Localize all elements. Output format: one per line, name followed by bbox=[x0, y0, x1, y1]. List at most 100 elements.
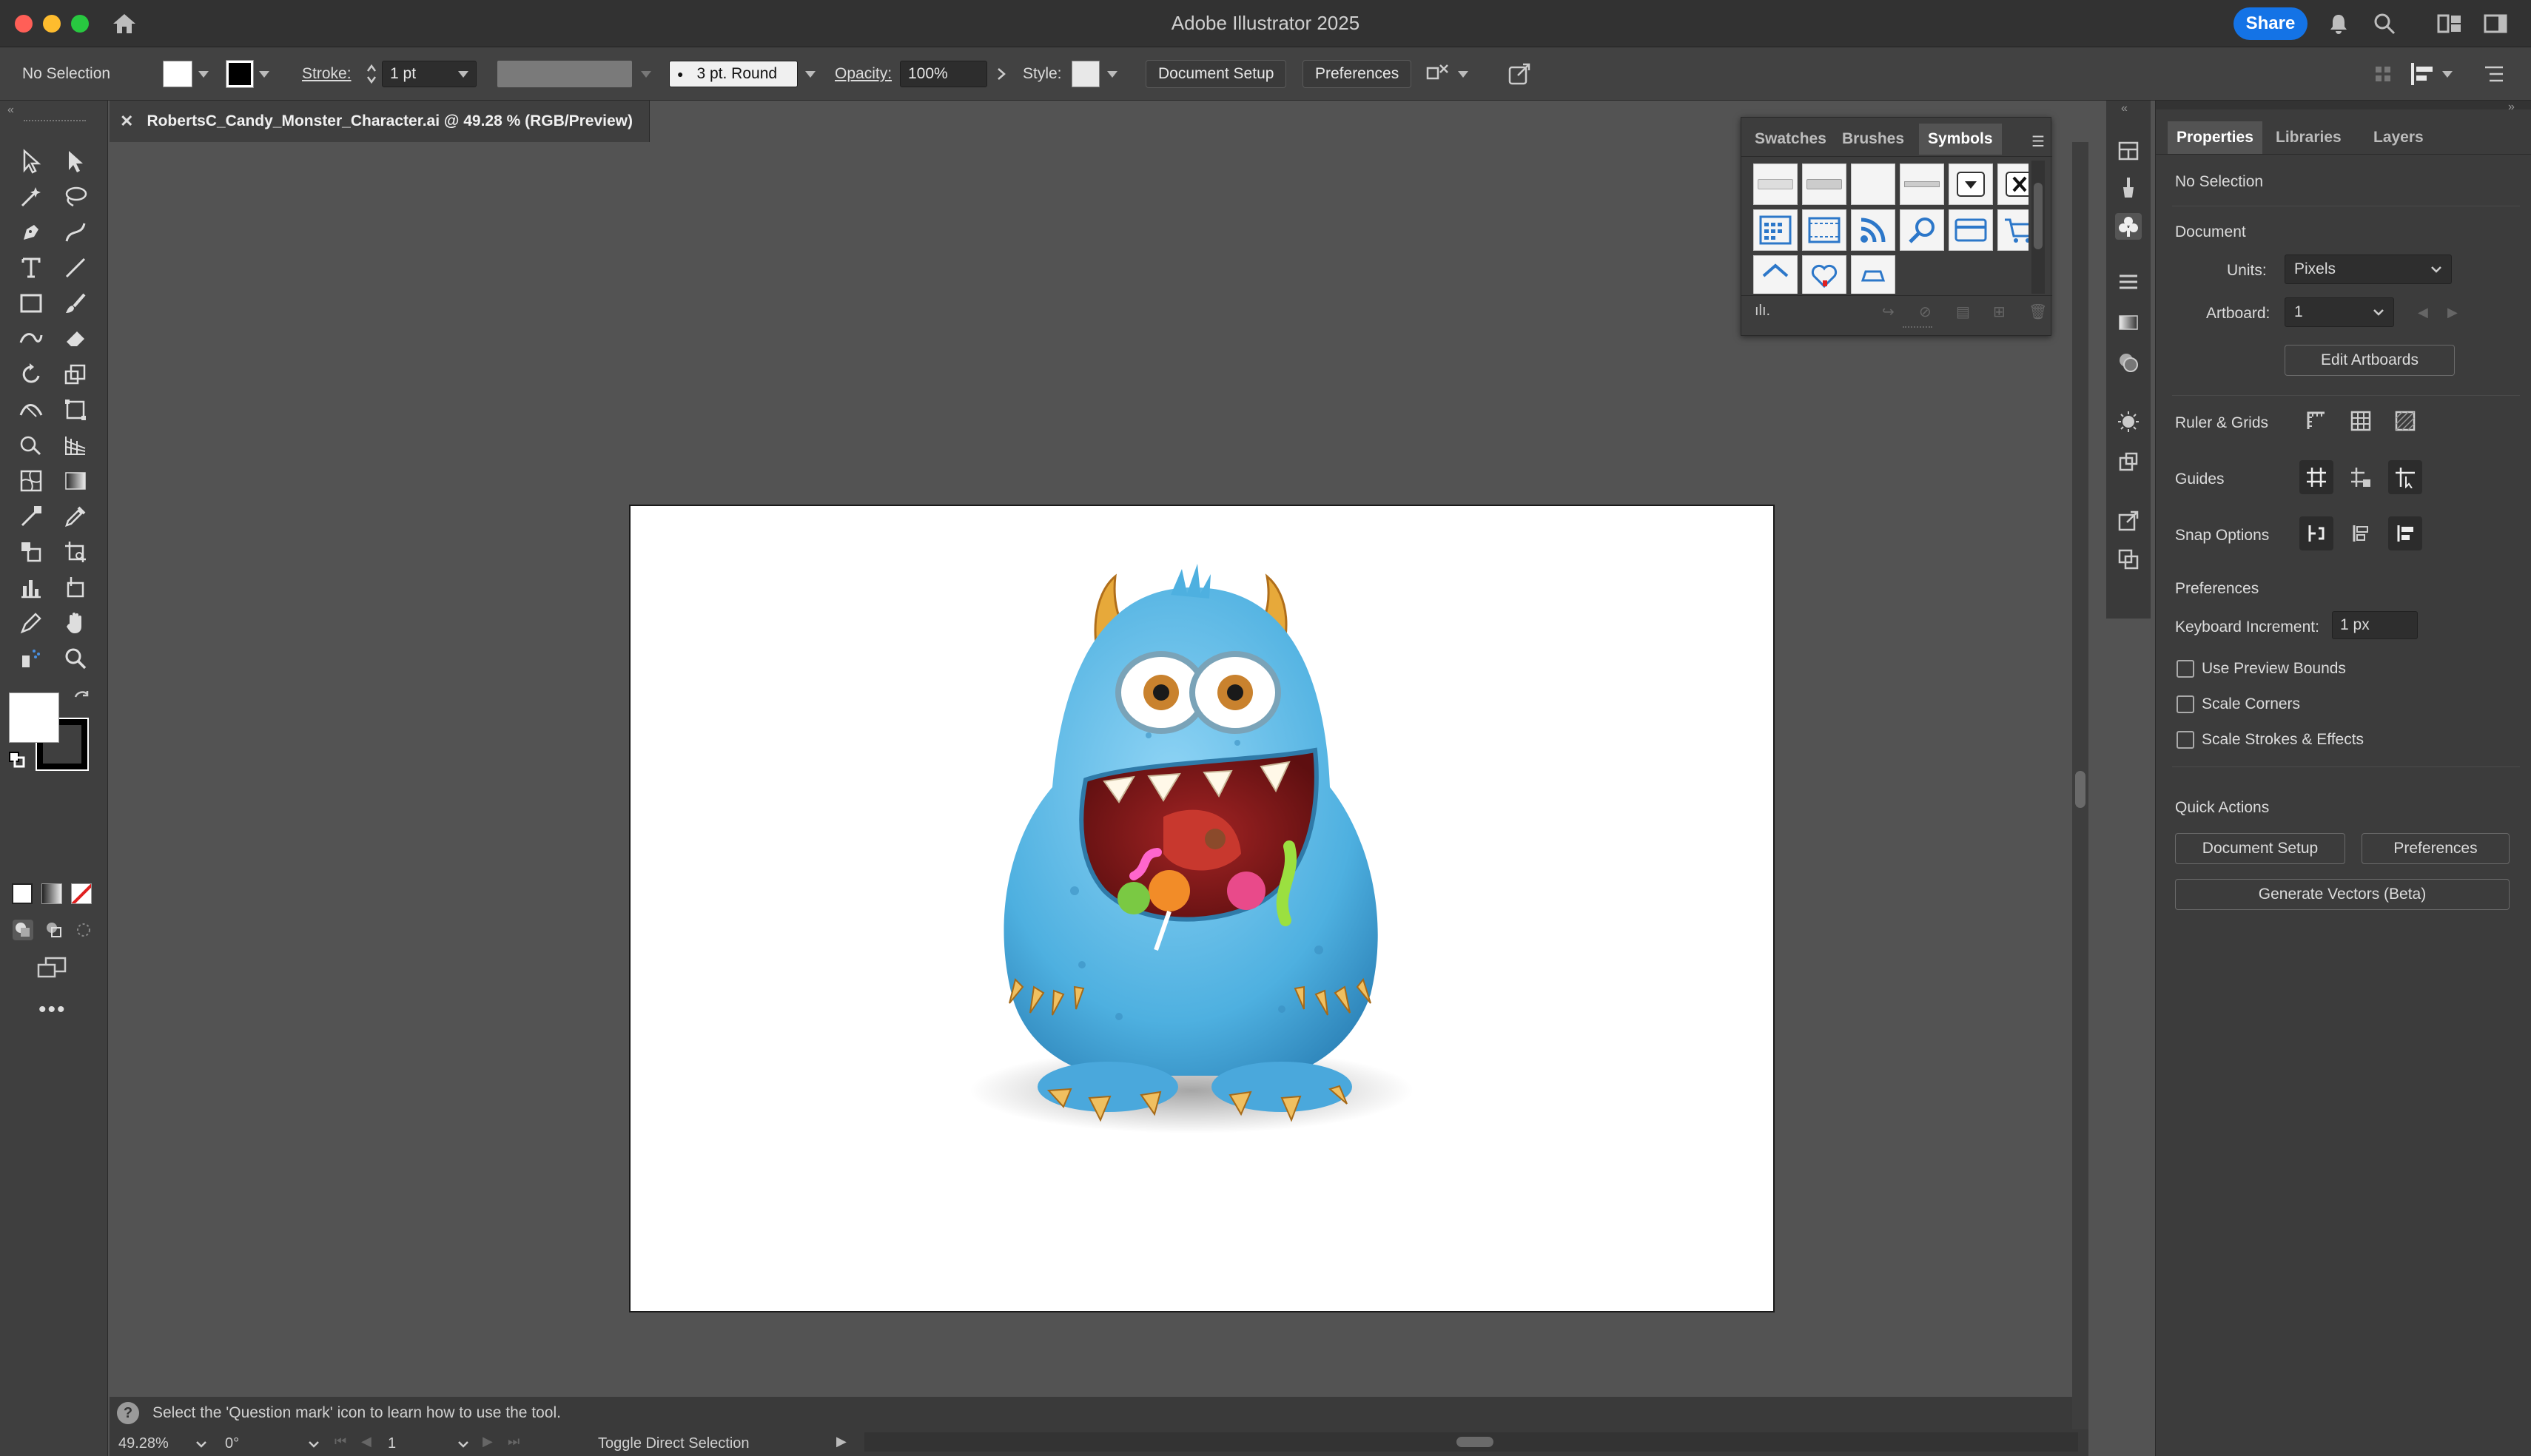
question-mark-icon[interactable]: ? bbox=[117, 1402, 139, 1424]
stepper-icon[interactable] bbox=[366, 61, 377, 87]
opacity-control[interactable]: 100% bbox=[900, 61, 1006, 87]
lasso-tool-icon[interactable] bbox=[58, 181, 93, 213]
search-icon[interactable] bbox=[2370, 9, 2399, 38]
free-transform-tool-icon[interactable] bbox=[58, 394, 93, 426]
chevron-down-icon[interactable] bbox=[308, 1440, 320, 1449]
stroke-panel-icon[interactable] bbox=[2115, 269, 2142, 296]
stroke-swatch-icon[interactable] bbox=[226, 60, 254, 88]
draw-normal-icon[interactable] bbox=[12, 919, 34, 945]
chevron-down-icon[interactable] bbox=[195, 1440, 207, 1449]
align-panel-toggle[interactable] bbox=[2410, 61, 2453, 87]
eyedropper-tool-icon[interactable] bbox=[58, 500, 93, 533]
snap-to-pixel-icon[interactable] bbox=[2388, 516, 2422, 550]
symbol-car[interactable] bbox=[1851, 255, 1895, 294]
previous-artboard-icon[interactable]: ◀ bbox=[2418, 305, 2428, 320]
arrange-icon[interactable] bbox=[1425, 62, 1451, 86]
tab-layers[interactable]: Layers bbox=[2364, 121, 2433, 154]
candy-monster-illustration[interactable] bbox=[631, 506, 1773, 1311]
symbol-sprayer-tool-icon[interactable] bbox=[13, 642, 49, 675]
use-preview-bounds-checkbox[interactable] bbox=[2177, 660, 2194, 678]
paintbrush-tool-icon[interactable] bbox=[58, 287, 93, 320]
symbol-blank[interactable] bbox=[1851, 164, 1895, 205]
tab-libraries[interactable]: Libraries bbox=[2267, 121, 2350, 154]
ruler-icon[interactable] bbox=[2299, 404, 2333, 438]
zoom-tool-icon[interactable] bbox=[58, 642, 93, 675]
color-mode-icon[interactable] bbox=[12, 883, 33, 904]
preferences-button[interactable]: Preferences bbox=[1303, 60, 1412, 88]
transparency-panel-icon[interactable] bbox=[2115, 349, 2142, 376]
symbol-home[interactable] bbox=[1753, 255, 1798, 294]
workspace-layout-icon[interactable] bbox=[2435, 9, 2464, 38]
symbol-film[interactable] bbox=[1802, 209, 1846, 251]
swap-fill-stroke-icon[interactable] bbox=[73, 690, 92, 712]
gradient-tool-icon[interactable] bbox=[58, 465, 93, 497]
magic-wand-tool-icon[interactable] bbox=[13, 181, 49, 213]
brush-definition[interactable]: ● 3 pt. Round bbox=[669, 61, 816, 87]
preferences-label[interactable]: Preferences bbox=[1303, 60, 1412, 88]
share-export-icon[interactable] bbox=[1507, 61, 1532, 87]
chevron-down-icon[interactable] bbox=[198, 70, 209, 78]
export-panel-icon[interactable] bbox=[2115, 508, 2142, 534]
symbol-rss[interactable] bbox=[1851, 209, 1895, 251]
collapse-toolbar-icon[interactable]: « bbox=[7, 104, 14, 117]
selection-tool-icon[interactable] bbox=[13, 145, 49, 178]
tab-brushes[interactable]: Brushes bbox=[1833, 124, 1913, 155]
scale-strokes-checkbox[interactable] bbox=[2177, 731, 2194, 749]
rotate-tool-icon[interactable] bbox=[13, 358, 49, 391]
symbol-libraries-icon[interactable]: ılı. bbox=[1755, 303, 1770, 320]
chevron-down-icon[interactable] bbox=[259, 70, 269, 78]
first-artboard-icon[interactable]: ⏮ bbox=[335, 1434, 346, 1449]
arrange-documents-control[interactable] bbox=[1425, 61, 1468, 87]
style-swatch[interactable] bbox=[1072, 61, 1100, 87]
symbols-scrollbar[interactable] bbox=[2031, 161, 2045, 294]
symbols-panel-icon[interactable] bbox=[2115, 213, 2142, 240]
collapse-strip-icon[interactable]: « bbox=[2121, 102, 2128, 115]
stroke-color-control[interactable] bbox=[226, 60, 269, 88]
width-tool-icon[interactable] bbox=[13, 394, 49, 426]
qa-document-setup-button[interactable]: Document Setup bbox=[2175, 833, 2345, 864]
chevron-down-icon[interactable] bbox=[2373, 308, 2384, 317]
next-artboard-nav-icon[interactable]: ▶ bbox=[483, 1434, 493, 1449]
eraser-tool-icon[interactable] bbox=[58, 323, 93, 355]
generate-vectors-button[interactable]: Generate Vectors (Beta) bbox=[2175, 879, 2510, 910]
toolbar-grip[interactable] bbox=[24, 120, 86, 123]
chevron-down-icon[interactable] bbox=[2430, 265, 2442, 274]
snap-to-point-icon[interactable] bbox=[2299, 516, 2333, 550]
tab-symbols[interactable]: Symbols bbox=[1919, 124, 2002, 155]
symbol-calendar[interactable] bbox=[1753, 209, 1798, 251]
pathfinder-panel-icon[interactable] bbox=[2115, 546, 2142, 573]
snap-to-glyph-icon[interactable] bbox=[2344, 516, 2378, 550]
horizontal-scrollbar[interactable] bbox=[864, 1432, 2078, 1452]
shaper-tool-icon[interactable] bbox=[13, 323, 49, 355]
break-link-icon[interactable]: ⊘ bbox=[1919, 303, 1932, 321]
artboard[interactable] bbox=[629, 505, 1775, 1312]
pen-tool-icon[interactable] bbox=[13, 216, 49, 249]
zoom-dropdown[interactable]: 49.28% bbox=[118, 1435, 207, 1452]
opacity-label[interactable]: Opacity: bbox=[835, 61, 892, 87]
place-symbol-icon[interactable]: ↪ bbox=[1882, 303, 1895, 321]
symbol-button-2[interactable] bbox=[1802, 164, 1846, 205]
stroke-weight-field[interactable]: 1 pt bbox=[382, 61, 477, 87]
close-tab-icon[interactable]: ✕ bbox=[120, 112, 133, 131]
symbol-slider[interactable] bbox=[1900, 164, 1944, 205]
chevron-down-icon[interactable] bbox=[457, 1440, 469, 1449]
type-tool-icon[interactable] bbox=[13, 252, 49, 284]
chevron-down-icon[interactable] bbox=[458, 70, 468, 78]
symbol-options-icon[interactable]: ▤ bbox=[1956, 303, 1970, 321]
symbol-heart[interactable] bbox=[1802, 255, 1846, 294]
transparency-grid-icon[interactable] bbox=[2388, 404, 2422, 438]
brush-field[interactable]: ● 3 pt. Round bbox=[669, 61, 798, 87]
fill-swatch[interactable] bbox=[163, 61, 192, 87]
document-setup-label[interactable]: Document Setup bbox=[1146, 60, 1287, 88]
vertical-scroll-thumb[interactable] bbox=[2075, 771, 2085, 808]
stroke-label[interactable]: Stroke: bbox=[302, 61, 352, 87]
default-fill-stroke-icon[interactable] bbox=[7, 750, 27, 773]
smart-guides-icon[interactable] bbox=[2388, 460, 2422, 494]
symbol-button-1[interactable] bbox=[1753, 164, 1798, 205]
fill-color-swatch-front[interactable] bbox=[9, 692, 59, 743]
show-guides-icon[interactable] bbox=[2299, 460, 2333, 494]
opacity-field[interactable]: 100% bbox=[900, 61, 987, 87]
symbol-card[interactable] bbox=[1949, 209, 1993, 251]
lock-guides-icon[interactable] bbox=[2344, 460, 2378, 494]
align-to-pixel-icon[interactable] bbox=[2374, 61, 2392, 87]
